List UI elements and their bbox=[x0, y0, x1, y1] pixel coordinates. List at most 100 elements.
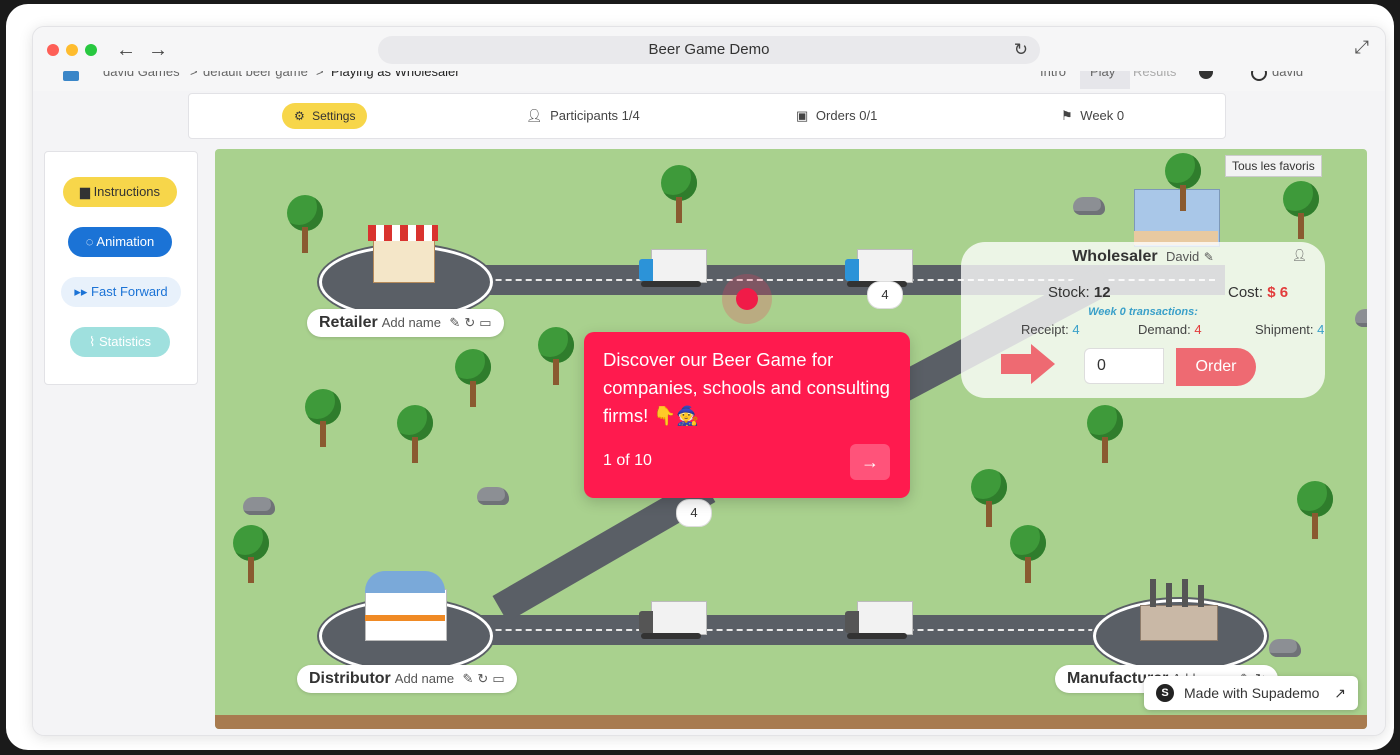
tab-results[interactable]: Results bbox=[1133, 71, 1176, 79]
order-pointer-arrow-icon bbox=[1001, 344, 1055, 384]
participants-status: 👤︎ Participants 1/4 bbox=[526, 94, 640, 138]
breadcrumb-separator: > bbox=[190, 71, 198, 79]
control-sidebar: ▆ Instructions ◌ Animation ▸▸ Fast Forwa… bbox=[44, 151, 198, 385]
transactions-title: Week 0 transactions: bbox=[1088, 306, 1198, 318]
supademo-logo: S bbox=[1156, 684, 1174, 702]
gear-icon: ⚙ bbox=[294, 109, 305, 123]
laptop-icon[interactable]: ▭ bbox=[492, 671, 504, 686]
statistics-label: Statistics bbox=[98, 334, 151, 349]
chart-icon: ⌇ bbox=[89, 334, 96, 349]
order-quantity-input[interactable] bbox=[1084, 348, 1164, 384]
settings-button[interactable]: ⚙ Settings bbox=[282, 103, 368, 129]
edit-pencil-icon[interactable]: ✎ bbox=[1204, 250, 1214, 264]
settings-label: Settings bbox=[312, 109, 356, 123]
external-link-icon: ↗ bbox=[1334, 685, 1346, 701]
forward-arrow-icon[interactable]: → bbox=[145, 37, 171, 63]
breadcrumb-playing: Playing as Wholesaler bbox=[331, 71, 460, 79]
fullscreen-icon[interactable]: ⤢ bbox=[1355, 37, 1369, 58]
user-avatar-icon bbox=[1251, 71, 1267, 81]
back-arrow-icon[interactable]: ← bbox=[113, 37, 139, 63]
retailer-name: Retailer bbox=[319, 314, 378, 331]
rock bbox=[1355, 309, 1367, 327]
shipment-count-bubble: 4 bbox=[676, 499, 712, 527]
week-status: ⚑ Week 0 bbox=[1061, 94, 1124, 138]
tree bbox=[538, 327, 574, 387]
breadcrumb-game[interactable]: default beer game bbox=[203, 71, 308, 79]
wholesaler-title: Wholesaler bbox=[1072, 248, 1158, 265]
user-name[interactable]: david bbox=[1272, 71, 1303, 79]
refresh-icon[interactable]: ↻ bbox=[464, 315, 475, 330]
receipt-label: Receipt: bbox=[1021, 322, 1069, 337]
wholesaler-panel: Wholesaler David ✎ 👤︎ Stock: 12 Cost: $ … bbox=[961, 242, 1325, 398]
tour-hotspot[interactable] bbox=[736, 288, 758, 310]
order-button[interactable]: Order bbox=[1176, 348, 1256, 386]
tab-play[interactable]: Play bbox=[1090, 71, 1115, 79]
refresh-icon[interactable]: ↻ bbox=[477, 671, 488, 686]
made-with-supademo-badge[interactable]: S Made with Supademo ↗ bbox=[1144, 676, 1358, 710]
edit-pencil-icon[interactable]: ✎ bbox=[449, 315, 460, 330]
stock-label: Stock: bbox=[1048, 284, 1090, 301]
info-icon[interactable] bbox=[1199, 71, 1213, 79]
truck bbox=[639, 601, 707, 641]
retailer-add-name[interactable]: Add name bbox=[382, 315, 441, 330]
demand-display: Demand: 4 bbox=[1138, 322, 1202, 337]
animation-button[interactable]: ◌ Animation bbox=[68, 227, 172, 257]
wholesaler-player[interactable]: David bbox=[1166, 249, 1199, 264]
address-bar[interactable]: Beer Game Demo ↻ bbox=[378, 36, 1040, 64]
app-navigation: david Games > default beer game > Playin… bbox=[33, 71, 1385, 91]
laptop-icon[interactable]: ▭ bbox=[479, 315, 491, 330]
statistics-button[interactable]: ⌇ Statistics bbox=[70, 327, 170, 357]
cost-label: Cost: bbox=[1228, 284, 1264, 301]
receipt-value: 4 bbox=[1072, 322, 1080, 337]
orders-status: ▣ Orders 0/1 bbox=[796, 94, 877, 138]
instructions-label: Instructions bbox=[93, 184, 161, 199]
tree bbox=[1283, 181, 1319, 241]
shipment-count-bubble: 4 bbox=[867, 281, 903, 309]
animation-label: Animation bbox=[96, 234, 155, 249]
fast-forward-button[interactable]: ▸▸ Fast Forward bbox=[61, 277, 181, 307]
manufacturer-factory bbox=[1140, 579, 1218, 641]
tree bbox=[971, 469, 1007, 529]
tree bbox=[287, 195, 323, 255]
minimize-window-button[interactable] bbox=[66, 44, 78, 56]
tree bbox=[1010, 525, 1046, 585]
tree bbox=[233, 525, 269, 585]
demand-value: 4 bbox=[1194, 322, 1202, 337]
edit-pencil-icon[interactable]: ✎ bbox=[463, 671, 474, 686]
tour-step-count: 1 of 10 bbox=[603, 452, 652, 469]
flag-icon: ⚑ bbox=[1061, 108, 1073, 123]
distributor-add-name[interactable]: Add name bbox=[395, 671, 454, 686]
shipment-value: 4 bbox=[1317, 322, 1325, 337]
fast-forward-label: Fast Forward bbox=[91, 284, 168, 299]
app-logo[interactable] bbox=[63, 71, 79, 81]
book-icon: ▆ bbox=[79, 184, 90, 199]
user-icon: 👤︎ bbox=[1291, 248, 1307, 262]
orders-label: Orders 0/1 bbox=[815, 108, 878, 123]
instructions-button[interactable]: ▆ Instructions bbox=[63, 177, 177, 207]
tour-tooltip: Discover our Beer Game for companies, sc… bbox=[584, 332, 910, 498]
shipment-label: Shipment: bbox=[1255, 322, 1314, 337]
maximize-window-button[interactable] bbox=[85, 44, 97, 56]
truck bbox=[639, 249, 707, 289]
game-status-bar: ⚙ Settings 👤︎ Participants 1/4 ▣ Orders … bbox=[188, 93, 1226, 139]
close-window-button[interactable] bbox=[47, 44, 59, 56]
page-title: Beer Game Demo bbox=[648, 41, 770, 58]
clipboard-icon: ▣ bbox=[796, 108, 809, 123]
tree bbox=[661, 165, 697, 225]
breadcrumb-games[interactable]: david Games bbox=[103, 71, 180, 79]
stock-display: Stock: 12 bbox=[1048, 284, 1111, 301]
tour-text: Discover our Beer Game for companies, sc… bbox=[603, 349, 890, 426]
tree bbox=[455, 349, 491, 409]
rock bbox=[1073, 197, 1105, 215]
tab-intro[interactable]: Intro bbox=[1040, 71, 1066, 79]
rock bbox=[243, 497, 275, 515]
cost-value: $ 6 bbox=[1267, 284, 1289, 301]
next-arrow-icon[interactable]: → bbox=[850, 444, 890, 480]
distributor-warehouse bbox=[360, 571, 450, 641]
stock-value: 12 bbox=[1093, 284, 1111, 301]
user-icon: 👤︎ bbox=[526, 108, 543, 123]
reload-icon[interactable]: ↻ bbox=[1014, 36, 1028, 64]
truck bbox=[845, 601, 913, 641]
shipment-display: Shipment: 4 bbox=[1255, 322, 1324, 337]
distributor-name: Distributor bbox=[309, 670, 391, 687]
